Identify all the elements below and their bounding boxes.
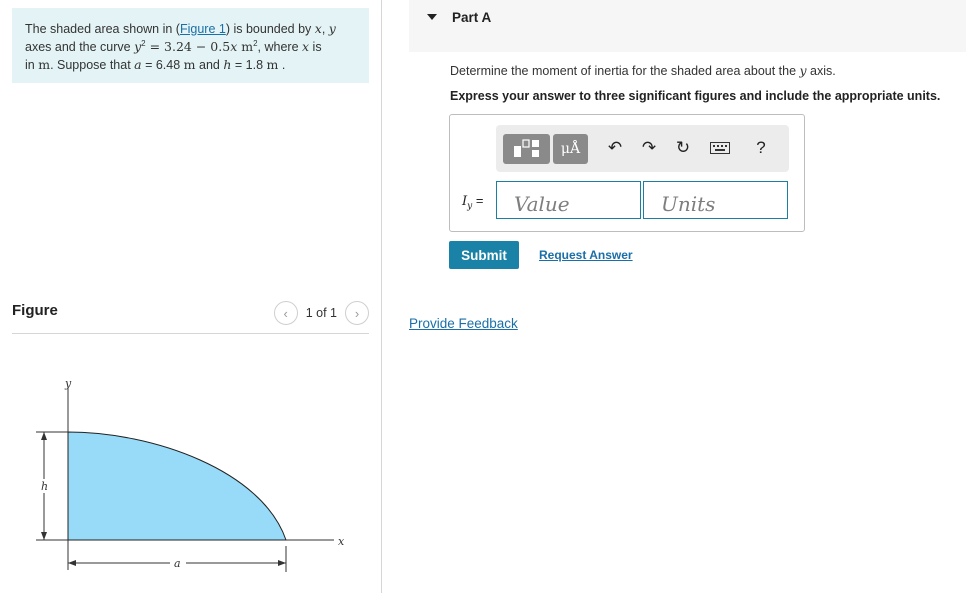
question-segment: Determine the moment of inertia for the … (450, 64, 800, 78)
problem-statement: The shaded area shown in (Figure 1) is b… (12, 8, 369, 83)
problem-text: is (309, 40, 322, 54)
left-pane: The shaded area shown in (Figure 1) is b… (0, 0, 382, 593)
h-arrow-bottom (41, 532, 47, 540)
answer-label: Iy = (462, 193, 483, 212)
part-title: Part A (452, 10, 492, 25)
redo-button[interactable]: ↷ (638, 137, 660, 159)
help-icon: ? (756, 138, 766, 157)
math-unit: m (183, 57, 196, 72)
request-answer-link[interactable]: Request Answer (539, 248, 633, 262)
templates-button[interactable] (503, 134, 550, 164)
prev-figure-button[interactable]: ‹ (273, 301, 298, 325)
x-axis-label: x (338, 535, 345, 548)
undo-button[interactable]: ↶ (604, 137, 626, 159)
math-var: y (328, 21, 336, 36)
problem-text: and (195, 58, 224, 72)
problem-text: in (25, 58, 39, 72)
units-button[interactable]: μÅ (553, 134, 588, 164)
submit-button[interactable]: Submit (449, 241, 519, 269)
math-var: a (134, 57, 142, 72)
caret-down-icon (427, 14, 437, 20)
equals-sign: = (472, 193, 484, 208)
templates-icon (513, 139, 539, 157)
figure-pager: ‹ 1 of 1 › (273, 301, 369, 325)
math-var: x (302, 39, 310, 54)
answer-instruction: Express your answer to three significant… (450, 89, 941, 103)
math-unit: m (38, 57, 51, 72)
math-var: y (799, 63, 807, 78)
shaded-area (67, 431, 287, 541)
reset-button[interactable]: ↻ (672, 137, 694, 159)
figure-title: Figure (12, 302, 58, 319)
question-segment: axis. (806, 64, 836, 78)
math-unit: m (266, 57, 279, 72)
figure-link[interactable]: Figure 1 (180, 22, 226, 36)
problem-text: = 6.48 (141, 58, 184, 72)
units-input[interactable] (643, 181, 788, 219)
problem-text: . (278, 58, 286, 72)
next-figure-button[interactable]: › (345, 301, 369, 325)
chevron-right-icon: › (354, 305, 360, 321)
problem-text: ) is bounded by (225, 22, 315, 36)
a-label: a (174, 557, 181, 570)
problem-text: , where (257, 40, 302, 54)
answer-box: μÅ ↶ ↷ ↻ ? Iy = (449, 114, 805, 232)
provide-feedback-link[interactable]: Provide Feedback (409, 316, 518, 331)
h-arrow-top (41, 432, 47, 440)
a-arrow-left (68, 560, 76, 566)
redo-icon: ↷ (641, 138, 657, 157)
problem-text: The shaded area shown in ( (25, 22, 180, 36)
units-label: μÅ (560, 141, 581, 157)
part-a-header[interactable]: Part A (409, 0, 966, 52)
figure-diagram: y x h a (36, 377, 345, 572)
keyboard-button[interactable] (708, 137, 732, 159)
undo-icon: ↶ (607, 138, 623, 157)
math-toolbar: μÅ ↶ ↷ ↻ ? (496, 125, 789, 172)
question-text: Determine the moment of inertia for the … (450, 63, 836, 78)
y-axis-label: y (64, 377, 72, 390)
figure-page-indicator: 1 of 1 (305, 306, 337, 320)
math-var: x (314, 21, 322, 36)
chevron-left-icon: ‹ (283, 305, 288, 321)
math-expression: = 3.24 − 0.5 (145, 39, 231, 54)
help-button[interactable]: ? (750, 137, 772, 159)
value-input[interactable] (496, 181, 641, 219)
reset-icon: ↻ (675, 138, 691, 157)
h-label: h (41, 480, 48, 493)
problem-text: . Suppose that (50, 58, 135, 72)
problem-text: , (321, 22, 329, 36)
math-unit: m (237, 39, 254, 54)
problem-text: = 1.8 (231, 58, 267, 72)
a-arrow-right (278, 560, 286, 566)
figure-header: Figure ‹ 1 of 1 › (12, 300, 369, 334)
keyboard-icon (710, 142, 730, 154)
problem-text: axes and the curve (25, 40, 135, 54)
